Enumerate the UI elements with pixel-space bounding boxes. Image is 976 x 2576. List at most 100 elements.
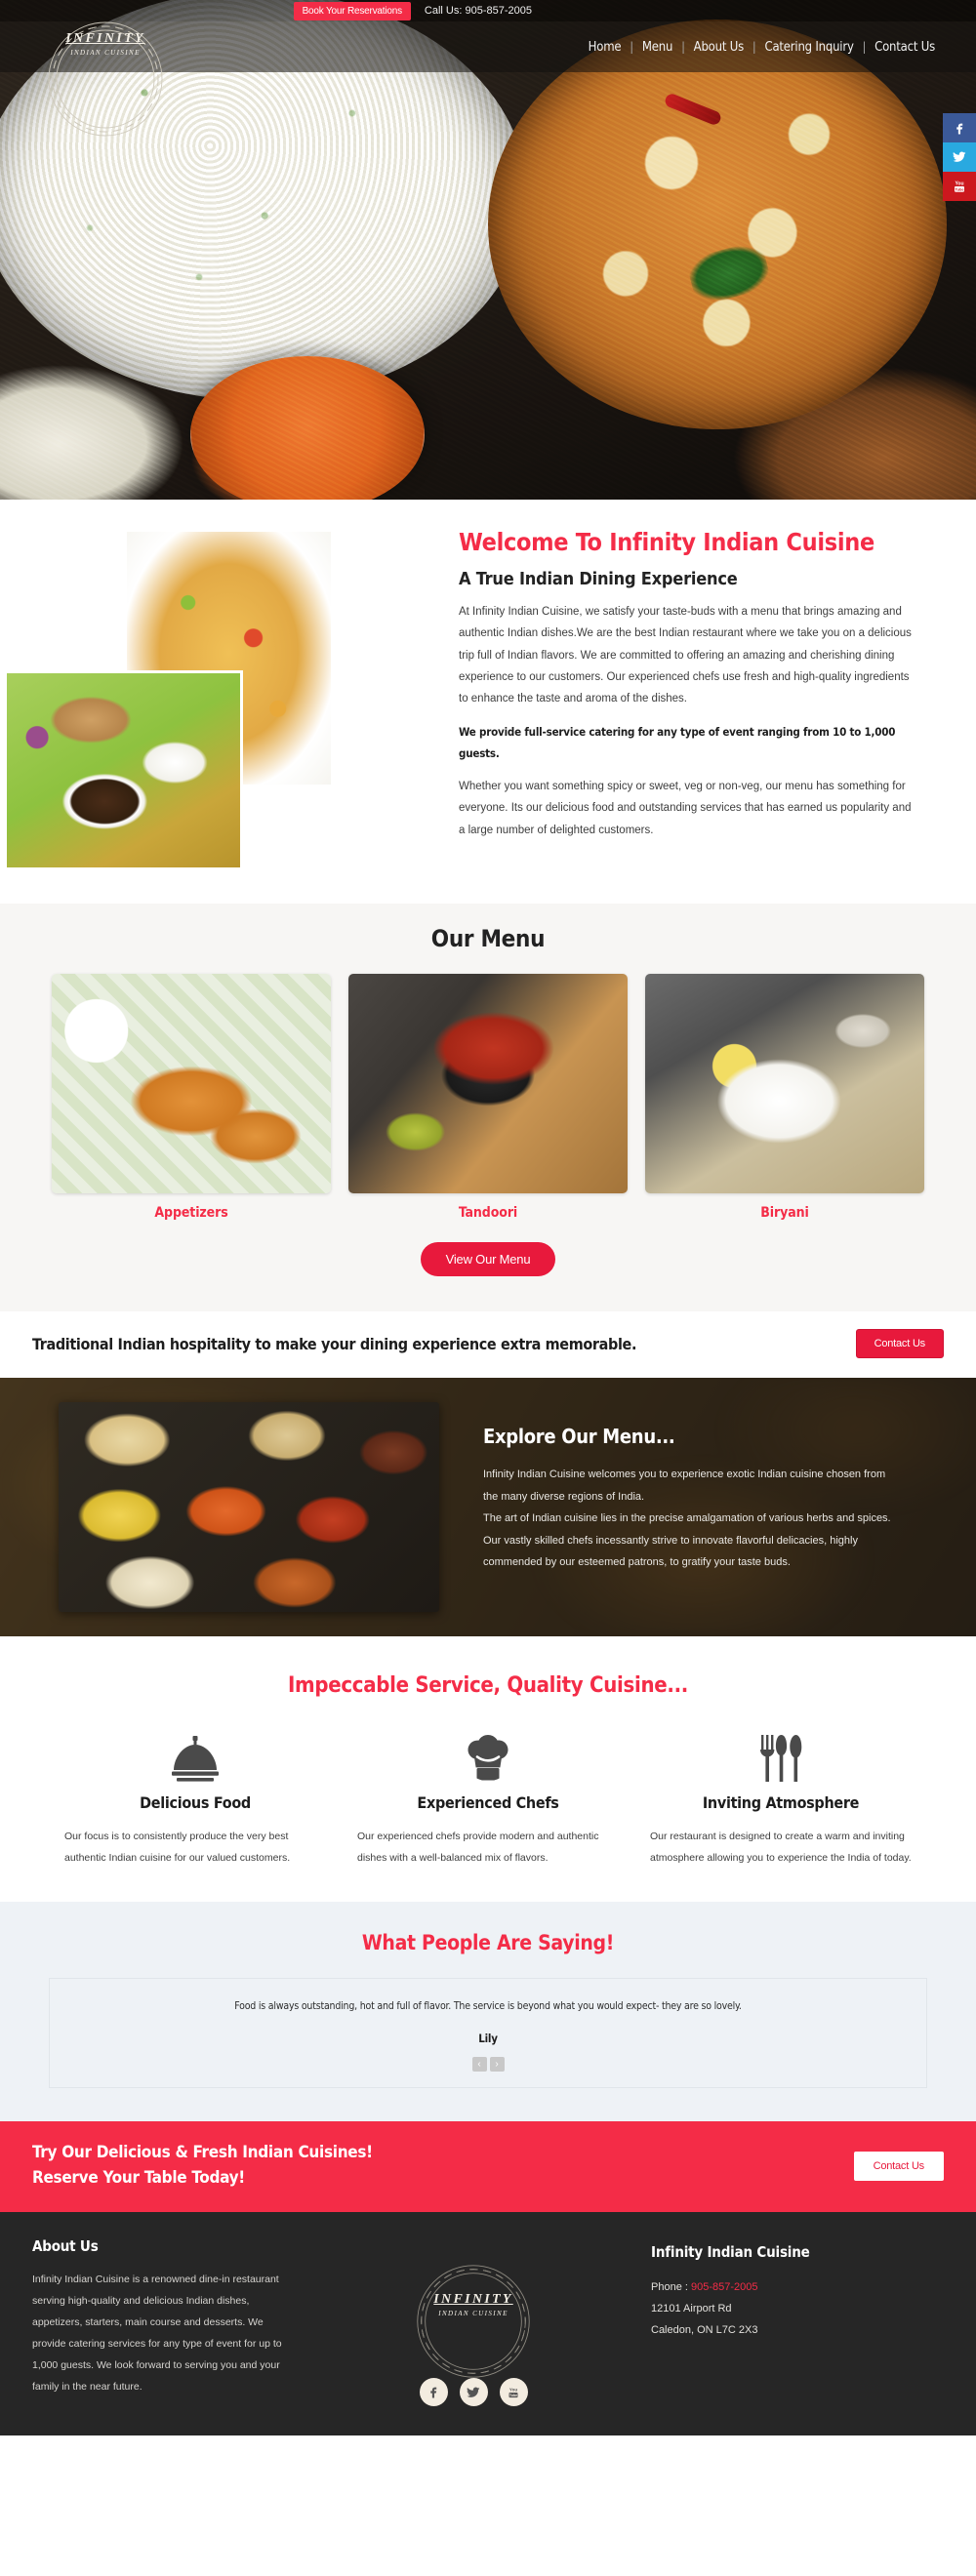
footer-logo-column: INFINITY INDIAN CUISINE You Tube [361, 2237, 586, 2407]
feature-title: Experienced Chefs [417, 1793, 559, 1812]
facebook-icon[interactable] [943, 113, 976, 142]
biryani-photo[interactable] [645, 974, 924, 1193]
footer-logo[interactable]: INFINITY INDIAN CUISINE [401, 2249, 546, 2378]
hero-soup-bowl-image [190, 356, 425, 500]
feature-experienced-chefs: Experienced Chefs Our experienced chefs … [342, 1727, 634, 1869]
cta-headline: Try Our Delicious & Fresh Indian Cuisine… [32, 2141, 373, 2191]
youtube-icon[interactable]: You Tube [943, 172, 976, 201]
cta-line-2: Reserve Your Table Today! [32, 2167, 245, 2188]
feature-text: Our experienced chefs provide modern and… [357, 1831, 599, 1865]
svg-text:Tube: Tube [509, 2394, 517, 2397]
youtube-glyph: You Tube [955, 181, 964, 192]
footer-about-column: About Us Infinity Indian Cuisine is a re… [32, 2237, 296, 2406]
reservation-cta-banner: Try Our Delicious & Fresh Indian Cuisine… [0, 2121, 976, 2213]
nav-item-home[interactable]: Home [580, 40, 630, 55]
features-section: Impeccable Service, Quality Cuisine... D… [0, 1636, 976, 1903]
hospitality-text: Traditional Indian hospitality to make y… [32, 1334, 637, 1353]
features-grid: Delicious Food Our focus is to consisten… [0, 1727, 976, 1869]
cloche-icon [64, 1727, 326, 1784]
testimonial-author: Lily [478, 2032, 498, 2046]
chef-hat-icon [357, 1727, 619, 1784]
explore-thali-photo [59, 1402, 439, 1612]
footer-phone-number[interactable]: 905-857-2005 [691, 2281, 758, 2293]
tandoori-photo[interactable] [348, 974, 628, 1193]
welcome-paragraph-1: At Infinity Indian Cuisine, we satisfy y… [459, 605, 912, 705]
wreath-ring-icon [417, 2265, 530, 2378]
welcome-image-collage [0, 529, 459, 870]
footer-logo-text: INFINITY INDIAN CUISINE [401, 2292, 546, 2317]
carousel-prev-icon[interactable]: ‹ [471, 2057, 487, 2073]
testimonial-card: Food is always outstanding, hot and full… [49, 1978, 927, 2089]
nav-item-about-us[interactable]: About Us [685, 40, 752, 55]
welcome-section: Welcome To Infinity Indian Cuisine A Tru… [0, 500, 976, 904]
footer-phone-row: Phone : 905-857-2005 [651, 2276, 944, 2298]
welcome-subheading: A True Indian Dining Experience [459, 568, 738, 589]
hospitality-contact-us-button[interactable]: Contact Us [855, 1329, 944, 1358]
hero-section: Book Your Reservations Call Us: 905-857-… [0, 0, 976, 500]
nav-item-contact-us[interactable]: Contact Us [866, 40, 944, 55]
menu-card-tandoori[interactable]: Tandoori [348, 974, 628, 1221]
twitter-icon[interactable] [943, 142, 976, 172]
footer-contact-column: Infinity Indian Cuisine Phone : 905-857-… [651, 2237, 944, 2406]
testimonial-quote: Food is always outstanding, hot and full… [234, 2000, 742, 2013]
welcome-catering-note: We provide full-service catering for any… [459, 724, 896, 761]
welcome-photo-dal-thali [4, 670, 243, 870]
menu-card-label[interactable]: Appetizers [52, 1205, 331, 1221]
social-share-rail[interactable]: You Tube [943, 113, 976, 201]
carousel-next-icon[interactable]: › [489, 2057, 505, 2073]
footer-logo-name: INFINITY [433, 2292, 513, 2308]
footer-address-line-1: 12101 Airport Rd [651, 2303, 732, 2315]
explore-copy: Explore Our Menu... Infinity Indian Cuis… [483, 1425, 903, 1574]
explore-heading: Explore Our Menu... [483, 1425, 675, 1448]
footer-contact-title: Infinity Indian Cuisine [651, 2243, 810, 2262]
footer-about-text: Infinity Indian Cuisine is a renowned di… [32, 2274, 282, 2394]
appetizers-photo[interactable] [52, 974, 331, 1193]
our-menu-section: Our Menu Appetizers Tandoori Biryani Vie… [0, 904, 976, 1311]
hero-curry-pan-image [488, 20, 947, 429]
feature-title: Delicious Food [140, 1793, 251, 1812]
explore-paragraph-1: Infinity Indian Cuisine welcomes you to … [483, 1469, 886, 1503]
svg-text:Tube: Tube [955, 187, 964, 192]
feature-text: Our restaurant is designed to create a w… [650, 1831, 912, 1865]
logo-tagline: INDIAN CUISINE [70, 49, 141, 57]
testimonial-carousel-controls[interactable]: ‹ › [50, 2057, 926, 2073]
nav-item-catering-inquiry[interactable]: Catering Inquiry [755, 40, 862, 55]
hospitality-banner: Traditional Indian hospitality to make y… [0, 1311, 976, 1378]
footer-address-line-2: Caledon, ON L7C 2X3 [651, 2324, 758, 2337]
feature-text: Our focus is to consistently produce the… [64, 1831, 291, 1865]
explore-paragraph-2: The art of Indian cuisine lies in the pr… [483, 1512, 891, 1569]
cta-contact-us-button[interactable]: Contact Us [853, 2151, 944, 2181]
view-our-menu-button[interactable]: View Our Menu [420, 1242, 556, 1276]
feature-inviting-atmosphere: Inviting Atmosphere Our restaurant is de… [634, 1727, 927, 1869]
logo-text: INFINITY INDIAN CUISINE [32, 31, 179, 57]
feature-title: Inviting Atmosphere [702, 1793, 860, 1812]
hero-chili-garnish [663, 92, 723, 127]
features-heading: Impeccable Service, Quality Cuisine... [287, 1673, 689, 1698]
wreath-ring-icon [48, 21, 163, 137]
cta-line-1: Try Our Delicious & Fresh Indian Cuisine… [32, 2143, 373, 2163]
menu-card-biryani[interactable]: Biryani [645, 974, 924, 1221]
testimonials-heading: What People Are Saying! [361, 1931, 615, 1955]
feature-delicious-food: Delicious Food Our focus is to consisten… [49, 1727, 342, 1869]
footer-phone-label: Phone : [651, 2281, 691, 2294]
main-navigation[interactable]: Home | Menu | About Us | Catering Inquir… [580, 21, 944, 72]
svg-text:You: You [955, 181, 963, 187]
menu-card-label[interactable]: Tandoori [348, 1205, 628, 1221]
testimonials-section: What People Are Saying! Food is always o… [0, 1902, 976, 2122]
site-footer: About Us Infinity Indian Cuisine is a re… [0, 2212, 976, 2436]
logo-name: INFINITY [65, 31, 145, 46]
site-logo[interactable]: INFINITY INDIAN CUISINE [32, 6, 179, 137]
welcome-paragraph-3: Whether you want something spicy or swee… [459, 780, 912, 836]
call-us-text: Call Us: 905-857-2005 [424, 5, 532, 17]
our-menu-heading: Our Menu [430, 925, 546, 952]
footer-logo-tagline: INDIAN CUISINE [438, 2310, 508, 2318]
menu-card-appetizers[interactable]: Appetizers [52, 974, 331, 1221]
menu-card-grid: Appetizers Tandoori Biryani [0, 974, 976, 1221]
nav-item-menu[interactable]: Menu [633, 40, 681, 55]
book-reservations-button[interactable]: Book Your Reservations [293, 1, 411, 20]
welcome-copy: Welcome To Infinity Indian Cuisine A Tru… [459, 528, 947, 870]
footer-about-title: About Us [32, 2237, 99, 2256]
explore-menu-section: Explore Our Menu... Infinity Indian Cuis… [0, 1378, 976, 1636]
welcome-heading: Welcome To Infinity Indian Cuisine [459, 528, 874, 556]
menu-card-label[interactable]: Biryani [645, 1205, 924, 1221]
